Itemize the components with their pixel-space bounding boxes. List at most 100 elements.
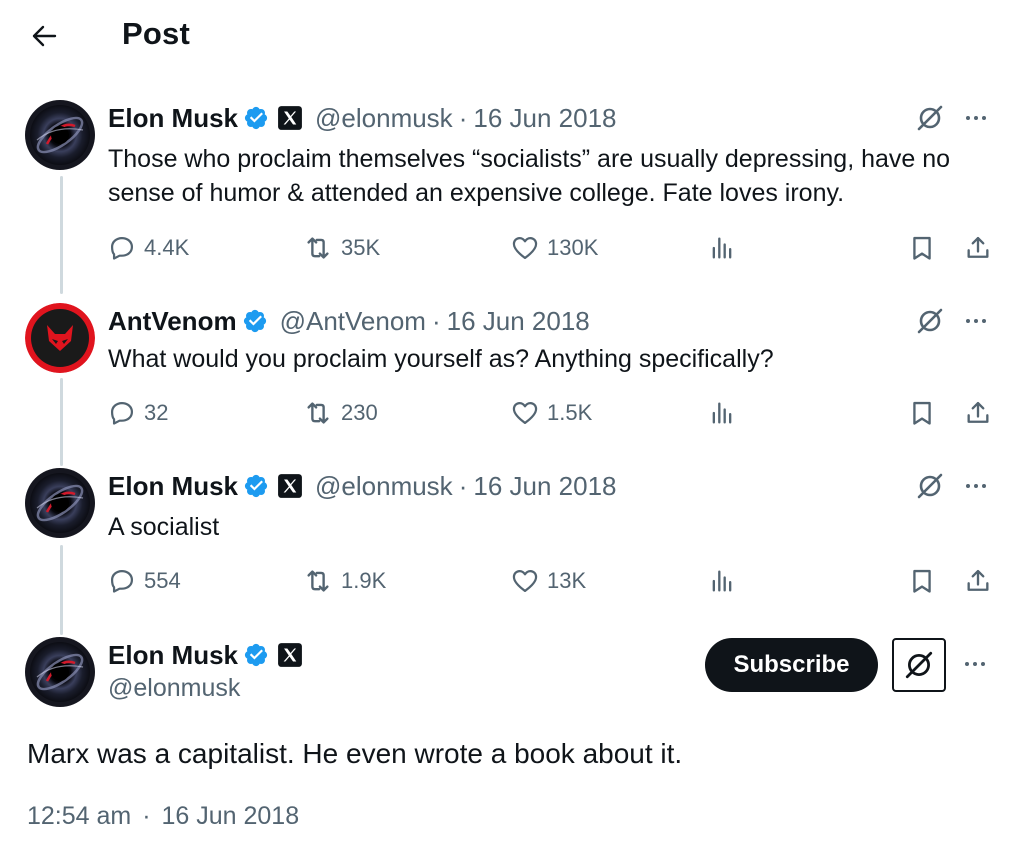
tweet-actions: 32 230 1.5K [108,396,998,430]
reply-button[interactable]: 32 [108,396,168,430]
repost-icon [303,566,333,596]
repost-count: 230 [341,400,378,425]
black-hole-avatar[interactable] [25,637,95,707]
post-date[interactable]: 16 Jun 2018 [447,306,590,337]
more-options-icon[interactable] [956,303,996,339]
subscribe-button[interactable]: Subscribe [705,638,878,692]
red-fox-avatar[interactable] [25,303,95,373]
black-hole-avatar[interactable] [25,468,95,538]
separator-dot: · [142,802,151,830]
more-options-icon[interactable] [955,646,995,682]
verified-badge-icon [242,308,268,334]
tweet-text: Those who proclaim themselves “socialist… [108,145,951,207]
x-logo-icon [277,473,303,499]
share-button[interactable] [964,564,1000,598]
post-timestamp: 12:54 am · 16 Jun 2018 [27,802,299,831]
views-icon [708,234,736,262]
views-button[interactable] [708,231,744,265]
share-icon [964,234,992,262]
author-name[interactable]: AntVenom [108,306,237,337]
author-handle[interactable]: @elonmusk [315,103,453,134]
author-name[interactable]: Elon Musk [108,103,238,134]
tweet-actions: 4.4K 35K 130K [108,231,998,265]
back-arrow-icon[interactable] [28,18,60,54]
repost-icon [303,398,333,428]
heart-icon [511,567,539,595]
heart-icon [511,399,539,427]
grok-icon[interactable] [910,100,950,136]
main-post-author-row: Elon Musk [108,637,303,673]
thread-line [60,545,63,635]
author-handle[interactable]: @elonmusk [108,674,240,703]
separator-dot: · [458,102,468,133]
views-button[interactable] [708,564,744,598]
grok-icon[interactable] [892,638,946,692]
repost-count: 1.9K [341,568,387,593]
post-date[interactable]: 16 Jun 2018 [473,103,616,134]
more-options-icon[interactable] [956,468,996,504]
thread-line [60,378,63,466]
share-button[interactable] [964,231,1000,265]
separator-dot: · [431,305,441,336]
page-title: Post [122,16,190,51]
author-name[interactable]: Elon Musk [108,471,238,502]
x-logo-icon [277,642,303,668]
share-button[interactable] [964,396,1000,430]
author-handle[interactable]: @elonmusk [315,471,453,502]
bookmark-icon [908,234,936,262]
post-date[interactable]: 16 Jun 2018 [473,471,616,502]
verified-badge-icon [243,473,269,499]
post-date[interactable]: 16 Jun 2018 [161,802,299,830]
separator-dot: · [458,470,468,501]
reply-icon [108,234,136,262]
repost-count: 35K [341,235,381,260]
verified-badge-icon [243,642,269,668]
reply-count: 4.4K [144,235,190,260]
bookmark-icon [908,399,936,427]
views-icon [708,399,736,427]
like-count: 130K [547,235,599,260]
repost-button[interactable]: 230 [303,396,378,430]
like-count: 1.5K [547,400,593,425]
author-name[interactable]: Elon Musk [108,640,238,671]
bookmark-button[interactable] [908,231,944,265]
verified-badge-icon [243,105,269,131]
repost-icon [303,233,333,263]
like-button[interactable]: 13K [511,564,586,598]
views-button[interactable] [708,396,744,430]
tweet-header: Elon Musk @elonmusk · 16 Jun 2018 [108,100,617,136]
reply-count: 32 [144,400,169,425]
like-button[interactable]: 1.5K [511,396,592,430]
repost-button[interactable]: 35K [303,231,380,265]
post-time[interactable]: 12:54 am [27,802,131,830]
tweet-header: Elon Musk @elonmusk · 16 Jun 2018 [108,468,617,504]
grok-icon[interactable] [910,468,950,504]
reply-icon [108,399,136,427]
tweet-text: What would you proclaim yourself as? Any… [108,345,774,373]
x-logo-icon [277,105,303,131]
bookmark-button[interactable] [908,564,944,598]
bookmark-icon [908,567,936,595]
black-hole-avatar[interactable] [25,100,95,170]
reply-icon [108,567,136,595]
reply-button[interactable]: 4.4K [108,231,189,265]
thread-line [60,176,63,294]
heart-icon [511,234,539,262]
tweet-text: A socialist [108,513,220,541]
views-icon [708,567,736,595]
main-post-text: Marx was a capitalist. He even wrote a b… [27,738,683,769]
like-count: 13K [547,568,587,593]
like-button[interactable]: 130K [511,231,598,265]
share-icon [964,567,992,595]
bookmark-button[interactable] [908,396,944,430]
top-bar: Post [0,0,1024,72]
share-icon [964,399,992,427]
grok-icon[interactable] [910,303,950,339]
repost-button[interactable]: 1.9K [303,564,386,598]
tweet-header: AntVenom @AntVenom · 16 Jun 2018 [108,303,590,339]
reply-count: 554 [144,568,181,593]
more-options-icon[interactable] [956,100,996,136]
tweet-actions: 554 1.9K 13K [108,564,998,598]
author-handle[interactable]: @AntVenom [280,306,426,337]
reply-button[interactable]: 554 [108,564,181,598]
